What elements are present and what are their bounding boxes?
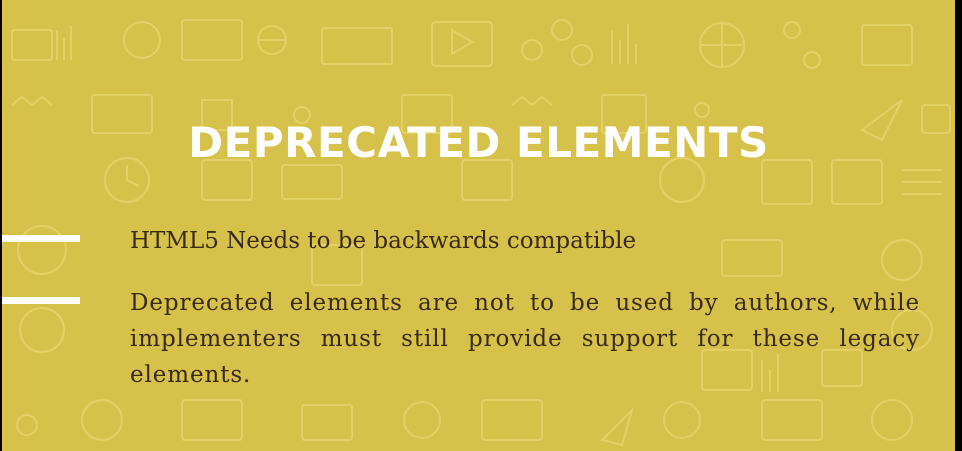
- bullet-accent-bar: [2, 297, 80, 304]
- bullet-accent-bar: [2, 235, 80, 242]
- bullet-text: Deprecated elements are not to be used b…: [130, 290, 920, 388]
- slide-title: DEPRECATED ELEMENTS: [188, 118, 769, 167]
- video-frame: DEPRECATED ELEMENTS HTML5 Needs to be ba…: [0, 0, 962, 451]
- letterbox-bar: [955, 0, 962, 451]
- presentation-slide: DEPRECATED ELEMENTS HTML5 Needs to be ba…: [2, 0, 955, 451]
- bullet-text: HTML5 Needs to be backwards compatible: [130, 228, 637, 254]
